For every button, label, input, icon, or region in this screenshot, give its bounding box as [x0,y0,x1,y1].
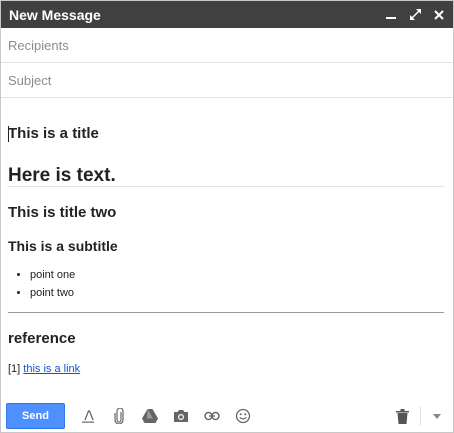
body-subtitle: This is a subtitle [8,238,118,254]
subject-input[interactable] [8,72,453,88]
reference-heading: reference [8,330,76,347]
reference-index: [1] [8,363,21,375]
trash-icon[interactable] [394,408,410,424]
horizontal-rule [8,312,444,313]
minimize-icon[interactable] [385,9,397,21]
bullet-list: point one point two [8,266,75,302]
drive-icon[interactable] [142,408,158,424]
divider [8,186,444,187]
toolbar-divider [420,406,421,426]
link-icon[interactable] [204,408,220,424]
send-button[interactable]: Send [6,403,65,429]
formatting-icon[interactable] [80,408,96,424]
close-icon[interactable] [433,9,445,21]
photo-icon[interactable] [173,408,189,424]
emoji-icon[interactable] [235,408,251,424]
list-item: point two [30,284,75,302]
reference-link[interactable]: this is a link [23,363,80,375]
body-text: Here is text. [8,165,116,186]
list-item: point one [30,266,75,284]
attach-icon[interactable] [111,408,127,424]
reference-line: [1] this is a link [8,363,80,375]
recipients-input[interactable] [8,37,453,53]
compose-title: New Message [9,6,101,23]
more-options-icon[interactable] [431,408,443,424]
recipients-row [1,28,453,63]
compose-toolbar: Send [1,400,453,432]
subject-row [1,63,453,98]
window-controls [385,9,445,21]
expand-icon[interactable] [409,9,421,21]
compose-window: New Message This is a title Here is text… [0,0,454,433]
compose-titlebar[interactable]: New Message [1,1,453,28]
body-title: This is a title [8,125,99,142]
body-title-two: This is title two [8,204,117,221]
